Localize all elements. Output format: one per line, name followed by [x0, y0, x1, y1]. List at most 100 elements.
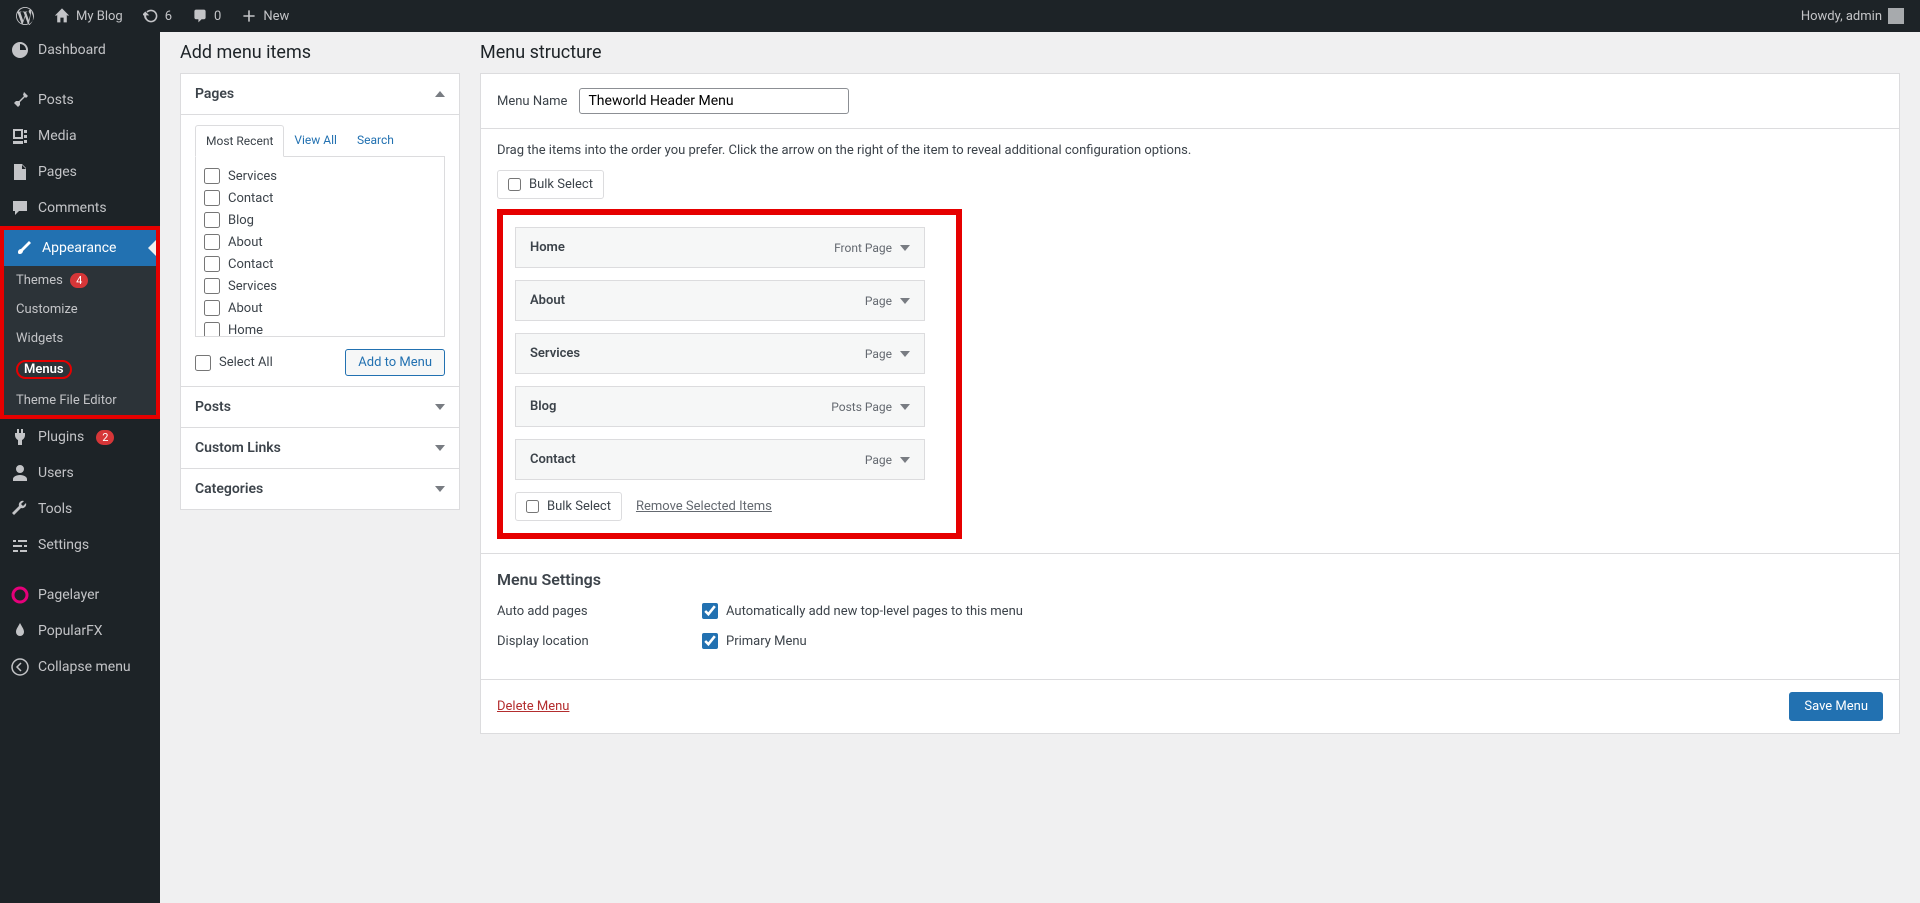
add-menu-items-title: Add menu items: [180, 42, 460, 63]
page-checkbox-item[interactable]: About: [204, 297, 436, 319]
wrench-icon: [10, 499, 30, 519]
menu-structure-box: Menu Name Drag the items into the order …: [480, 73, 1900, 734]
page-checkbox-item[interactable]: Blog: [204, 209, 436, 231]
pages-panel-header[interactable]: Pages: [181, 74, 459, 115]
sidebar-appearance[interactable]: Appearance: [4, 230, 156, 266]
menu-name-label: Menu Name: [497, 94, 567, 109]
menu-item[interactable]: About Page: [515, 280, 925, 321]
pages-list[interactable]: Services Contact Blog About Contact Serv…: [195, 157, 445, 337]
posts-panel: Posts: [180, 387, 460, 428]
auto-add-checkbox[interactable]: Automatically add new top-level pages to…: [702, 603, 1023, 619]
pagelayer-icon: [10, 585, 30, 605]
page-checkbox-item[interactable]: About: [204, 231, 436, 253]
page-checkbox[interactable]: [204, 212, 220, 228]
page-icon: [10, 162, 30, 182]
categories-panel: Categories: [180, 469, 460, 510]
page-checkbox[interactable]: [204, 300, 220, 316]
refresh-icon: [143, 8, 159, 24]
page-checkbox-item[interactable]: Contact: [204, 253, 436, 275]
select-all-checkbox[interactable]: Select All: [195, 352, 273, 374]
highlighted-appearance-section: Appearance Themes 4 Customize Widgets Me…: [0, 226, 160, 419]
sidebar-sub-customize[interactable]: Customize: [4, 295, 156, 324]
comments-link[interactable]: 0: [184, 0, 229, 32]
site-name-link[interactable]: My Blog: [46, 0, 131, 32]
delete-menu-link[interactable]: Delete Menu: [497, 699, 569, 714]
page-checkbox-item[interactable]: Contact: [204, 187, 436, 209]
sidebar-sub-themes[interactable]: Themes 4: [4, 266, 156, 295]
sidebar-settings[interactable]: Settings: [0, 527, 160, 563]
sidebar-sub-theme-file-editor[interactable]: Theme File Editor: [4, 386, 156, 415]
page-checkbox-item[interactable]: Services: [204, 165, 436, 187]
sidebar-tools[interactable]: Tools: [0, 491, 160, 527]
page-checkbox[interactable]: [204, 322, 220, 337]
sidebar-comments[interactable]: Comments: [0, 190, 160, 226]
admin-bar: My Blog 6 0 New Howdy, admin: [0, 0, 1920, 32]
sidebar-collapse[interactable]: Collapse menu: [0, 649, 160, 685]
sidebar-sub-widgets[interactable]: Widgets: [4, 324, 156, 353]
primary-menu-checkbox[interactable]: Primary Menu: [702, 633, 807, 649]
media-icon: [10, 126, 30, 146]
add-to-menu-button[interactable]: Add to Menu: [345, 349, 445, 376]
tab-view-all[interactable]: View All: [284, 125, 347, 156]
menu-item[interactable]: Blog Posts Page: [515, 386, 925, 427]
display-location-label: Display location: [497, 634, 702, 649]
page-checkbox[interactable]: [204, 234, 220, 250]
remove-selected-link[interactable]: Remove Selected Items: [636, 499, 772, 514]
menu-item[interactable]: Contact Page: [515, 439, 925, 480]
chevron-down-icon[interactable]: [900, 457, 910, 463]
chevron-down-icon[interactable]: [900, 298, 910, 304]
page-checkbox-item[interactable]: Services: [204, 275, 436, 297]
posts-panel-header[interactable]: Posts: [181, 387, 459, 427]
sidebar-pagelayer[interactable]: Pagelayer: [0, 577, 160, 613]
pin-icon: [10, 90, 30, 110]
sidebar-users[interactable]: Users: [0, 455, 160, 491]
chevron-down-icon[interactable]: [900, 245, 910, 251]
sliders-icon: [10, 535, 30, 555]
tab-most-recent[interactable]: Most Recent: [195, 125, 284, 157]
sidebar-popularfx[interactable]: PopularFX: [0, 613, 160, 649]
sidebar-plugins[interactable]: Plugins 2: [0, 419, 160, 455]
sidebar-pages[interactable]: Pages: [0, 154, 160, 190]
sidebar-media[interactable]: Media: [0, 118, 160, 154]
custom-links-panel-header[interactable]: Custom Links: [181, 428, 459, 468]
chevron-down-icon[interactable]: [900, 351, 910, 357]
sidebar-sub-menus[interactable]: Menus: [4, 353, 156, 386]
user-icon: [10, 463, 30, 483]
collapse-icon: [10, 657, 30, 677]
howdy-link[interactable]: Howdy, admin: [1793, 0, 1912, 32]
page-checkbox-item[interactable]: Home: [204, 319, 436, 337]
sidebar-posts[interactable]: Posts: [0, 82, 160, 118]
themes-badge: 4: [70, 273, 88, 288]
brush-icon: [14, 238, 34, 258]
bulk-select-bottom[interactable]: Bulk Select: [515, 492, 622, 521]
plus-icon: [241, 8, 257, 24]
new-link[interactable]: New: [233, 0, 297, 32]
menu-name-input[interactable]: [579, 88, 849, 114]
chevron-down-icon: [435, 486, 445, 492]
bulk-select-top[interactable]: Bulk Select: [497, 170, 604, 199]
page-checkbox[interactable]: [204, 278, 220, 294]
menu-item[interactable]: Home Front Page: [515, 227, 925, 268]
auto-add-label: Auto add pages: [497, 604, 702, 619]
page-checkbox[interactable]: [204, 256, 220, 272]
plugins-badge: 2: [96, 430, 114, 445]
save-menu-button[interactable]: Save Menu: [1789, 692, 1883, 721]
instructions-text: Drag the items into the order you prefer…: [497, 143, 1883, 158]
menu-structure-title: Menu structure: [480, 42, 1900, 63]
highlighted-menu-items: Home Front Page About Page Services Page…: [497, 209, 962, 539]
tab-search[interactable]: Search: [347, 125, 404, 156]
chevron-down-icon[interactable]: [900, 404, 910, 410]
chevron-down-icon: [435, 445, 445, 451]
menu-item[interactable]: Services Page: [515, 333, 925, 374]
page-checkbox[interactable]: [204, 168, 220, 184]
custom-links-panel: Custom Links: [180, 428, 460, 469]
categories-panel-header[interactable]: Categories: [181, 469, 459, 509]
popularfx-icon: [10, 621, 30, 641]
page-checkbox[interactable]: [204, 190, 220, 206]
chevron-up-icon: [435, 91, 445, 97]
avatar-icon: [1888, 8, 1904, 24]
sidebar-dashboard[interactable]: Dashboard: [0, 32, 160, 68]
menu-settings-title: Menu Settings: [497, 570, 1883, 589]
updates-link[interactable]: 6: [135, 0, 180, 32]
wp-logo[interactable]: [8, 0, 42, 32]
